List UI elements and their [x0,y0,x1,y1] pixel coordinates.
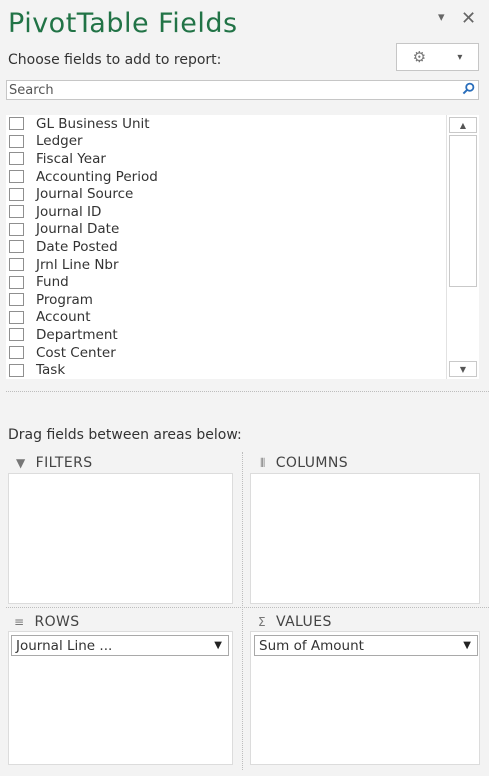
field-list-item[interactable]: Jrnl Line Nbr [6,256,479,274]
values-field-sum-of-amount[interactable]: Sum of Amount ▼ [254,635,478,656]
field-checkbox[interactable] [9,363,24,377]
values-drop-area[interactable]: Sum of Amount ▼ [250,631,480,765]
field-list-item[interactable]: Journal Date [6,221,479,239]
field-list-item[interactable]: Date Posted [6,238,479,256]
section-divider [6,391,489,392]
field-label: Fund [36,274,69,291]
values-area-header: Σ VALUES [258,614,332,630]
field-list-item[interactable]: Fund [6,273,479,291]
field-label: Account [36,309,91,326]
field-label: Date Posted [36,238,118,255]
field-label: Journal Date [36,221,120,238]
field-label: Journal Source [36,186,134,203]
field-checkbox[interactable] [9,275,24,289]
area-vertical-divider [242,452,243,770]
pane-options-dropdown-icon[interactable]: ▾ [438,10,445,25]
search-icon[interactable] [458,82,478,99]
rows-field-journal-line[interactable]: Journal Line ... ▼ [11,635,229,656]
drag-fields-label: Drag fields between areas below: [8,427,242,443]
field-list[interactable]: GL Business Unit Ledger Fiscal Year Account… [6,115,479,379]
search-box [6,80,479,100]
field-checkbox[interactable] [9,205,24,219]
columns-drop-area[interactable] [250,473,480,604]
field-list-item[interactable]: Department [6,326,479,344]
magnifier-glyph [462,82,474,94]
field-label: Jrnl Line Nbr [36,256,119,273]
filters-area-header: ▼ FILTERS [16,455,93,471]
area-horizontal-divider [6,607,489,608]
field-checkbox[interactable] [9,346,24,360]
rows-area-header: ≡ ROWS [14,614,80,630]
rows-label: ROWS [34,614,80,630]
field-label: Accounting Period [36,168,158,185]
scroll-down-icon[interactable]: ▼ [449,361,477,377]
field-label: Fiscal Year [36,150,106,167]
field-checkbox[interactable] [9,293,24,307]
field-checkbox[interactable] [9,222,24,236]
filter-icon: ▼ [16,456,26,470]
field-checkbox[interactable] [9,240,24,254]
field-label: Program [36,291,93,308]
columns-area-header: ⦀ COLUMNS [260,455,348,471]
field-checkbox[interactable] [9,328,24,342]
rows-field-label: Journal Line ... [16,637,113,654]
tools-button[interactable]: ⚙ ▾ [396,43,479,71]
scroll-up-icon[interactable]: ▲ [449,117,477,133]
values-field-label: Sum of Amount [259,637,364,654]
gear-icon: ⚙ [412,48,427,66]
choose-fields-label: Choose fields to add to report: [8,52,222,68]
columns-icon: ⦀ [260,455,266,470]
rows-icon: ≡ [14,615,25,629]
field-checkbox[interactable] [9,117,24,131]
field-checkbox[interactable] [9,134,24,148]
field-checkbox[interactable] [9,258,24,272]
field-label: Cost Center [36,344,116,361]
rows-drop-area[interactable]: Journal Line ... ▼ [8,631,233,765]
pivottable-fields-pane: PivotTable Fields ▾ ✕ Choose fields to a… [0,0,489,776]
scrollbar-thumb[interactable] [449,135,477,287]
field-rows: GL Business Unit Ledger Fiscal Year Account… [6,115,479,379]
field-list-item[interactable]: Fiscal Year [6,150,479,168]
chevron-down-icon: ▾ [457,51,463,63]
field-list-item[interactable]: Ledger [6,133,479,151]
field-list-scrollbar[interactable]: ▲ ▼ [446,115,477,379]
pane-title: PivotTable Fields [8,8,238,39]
field-list-item[interactable]: Accounting Period [6,168,479,186]
chevron-down-icon[interactable]: ▼ [214,640,222,651]
field-checkbox[interactable] [9,187,24,201]
field-label: Journal ID [36,203,102,220]
field-checkbox[interactable] [9,152,24,166]
field-label: Department [36,326,118,343]
field-list-item[interactable]: GL Business Unit [6,115,479,133]
field-label: Ledger [36,133,83,150]
field-checkbox[interactable] [9,310,24,324]
values-label: VALUES [275,614,332,630]
field-checkbox[interactable] [9,170,24,184]
sigma-icon: Σ [258,615,266,629]
columns-label: COLUMNS [275,455,349,471]
field-label: GL Business Unit [36,115,150,132]
field-list-item[interactable]: Account [6,309,479,327]
field-list-item[interactable]: Journal ID [6,203,479,221]
filters-label: FILTERS [35,455,93,471]
field-list-item[interactable]: Journal Source [6,185,479,203]
chevron-down-icon[interactable]: ▼ [463,640,471,651]
search-input[interactable] [7,81,458,99]
field-list-item[interactable]: Task [6,361,479,379]
field-label: Task [36,362,66,379]
filters-drop-area[interactable] [8,473,233,604]
close-icon[interactable]: ✕ [461,8,476,29]
field-list-item[interactable]: Program [6,291,479,309]
field-list-item[interactable]: Cost Center [6,344,479,362]
